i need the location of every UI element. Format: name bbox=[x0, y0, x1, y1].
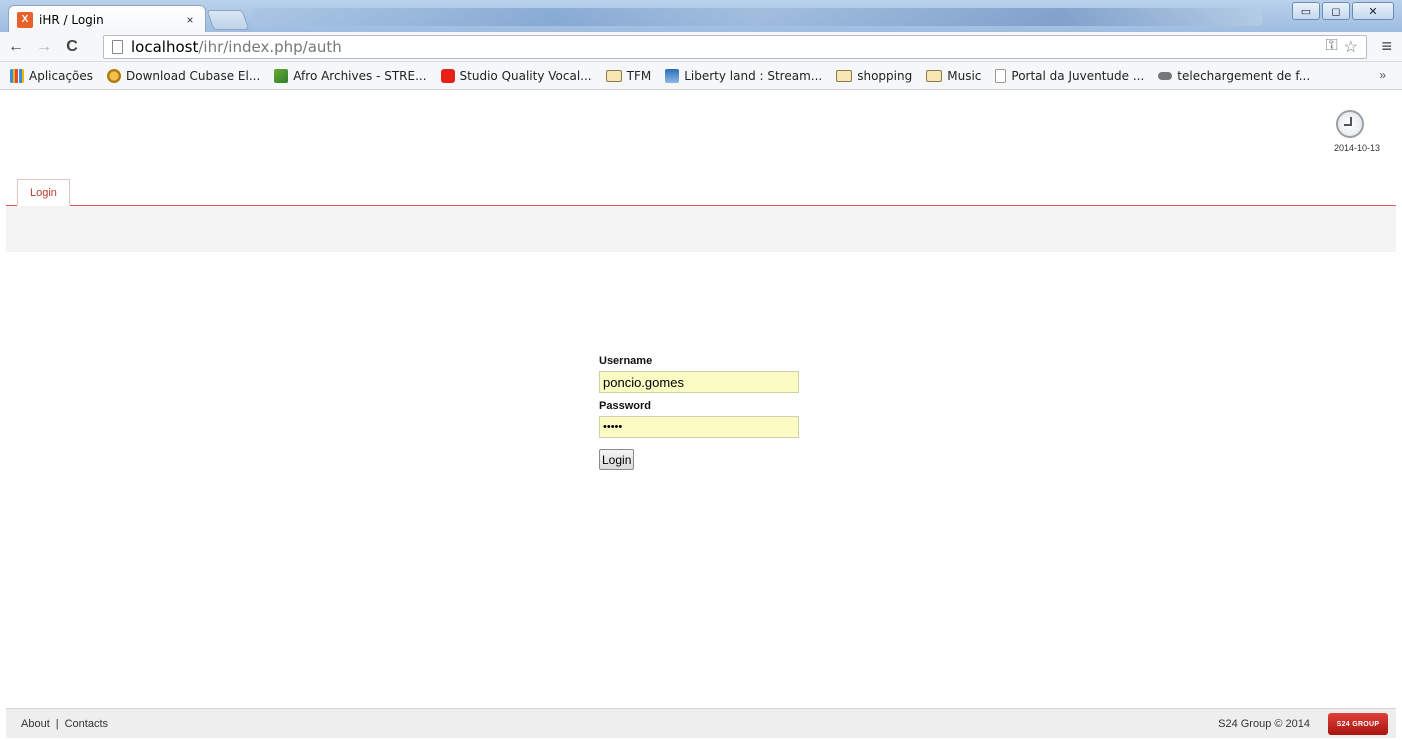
window-controls: ▭ ◻ ✕ bbox=[1292, 2, 1394, 20]
bookmark-item[interactable]: telechargement de f... bbox=[1158, 69, 1310, 83]
minimize-button[interactable]: ▭ bbox=[1292, 2, 1320, 20]
contacts-link[interactable]: Contacts bbox=[65, 718, 108, 730]
footer-links: About | Contacts bbox=[21, 718, 108, 730]
current-date: 2014-10-13 bbox=[1333, 143, 1380, 153]
afro-icon bbox=[274, 68, 289, 83]
address-bar[interactable]: localhost/ihr/index.php/auth ⚿ ☆ bbox=[103, 35, 1367, 59]
tab-close-icon[interactable]: × bbox=[183, 13, 197, 27]
xampp-favicon-icon: X bbox=[17, 11, 33, 28]
page-icon bbox=[112, 40, 123, 54]
login-form: Username Password Login bbox=[599, 355, 799, 470]
chrome-menu-icon[interactable]: ≡ bbox=[1381, 36, 1392, 57]
liberty-icon bbox=[665, 68, 680, 83]
browser-toolbar: ← → C localhost/ihr/index.php/auth ⚿ ☆ ≡ bbox=[0, 32, 1402, 62]
footer: About | Contacts S24 Group © 2014 S24 GROU… bbox=[6, 708, 1396, 738]
page-icon bbox=[995, 68, 1007, 83]
username-input[interactable] bbox=[599, 371, 799, 393]
browser-titlebar: X iHR / Login × ▭ ◻ ✕ bbox=[0, 0, 1402, 33]
key-icon[interactable]: ⚿ bbox=[1325, 37, 1337, 57]
bookmark-folder[interactable]: shopping bbox=[836, 69, 912, 83]
back-button[interactable]: ← bbox=[4, 35, 28, 59]
omnibox-actions: ⚿ ☆ bbox=[1325, 37, 1358, 57]
copyright-text: S24 Group © 2014 bbox=[1218, 718, 1310, 730]
forward-button[interactable]: → bbox=[32, 35, 56, 59]
reload-button[interactable]: C bbox=[60, 35, 84, 59]
key-icon bbox=[1158, 71, 1173, 80]
password-label: Password bbox=[599, 400, 651, 412]
bookmark-folder[interactable]: TFM bbox=[605, 69, 651, 83]
bookmark-item[interactable]: Liberty land : Stream... bbox=[665, 68, 822, 83]
tab-login[interactable]: Login bbox=[17, 179, 70, 206]
main-nav: Login bbox=[6, 179, 1396, 206]
bookmarks-bar: Aplicações Download Cubase El... Afro Ar… bbox=[0, 62, 1402, 90]
footer-separator: | bbox=[55, 718, 59, 730]
close-window-button[interactable]: ✕ bbox=[1352, 2, 1394, 20]
url-text: localhost/ihr/index.php/auth bbox=[131, 38, 342, 56]
cubase-icon bbox=[107, 68, 122, 83]
browser-tab[interactable]: X iHR / Login × bbox=[8, 5, 206, 33]
password-input[interactable] bbox=[599, 416, 799, 438]
bookmark-item[interactable]: Download Cubase El... bbox=[107, 68, 260, 83]
maximize-button[interactable]: ◻ bbox=[1322, 2, 1350, 20]
page-content: 2014-10-13 Login Username Password Login… bbox=[0, 90, 1402, 740]
bookmark-item[interactable]: Studio Quality Vocal... bbox=[440, 68, 592, 83]
folder-icon bbox=[605, 69, 622, 82]
folder-icon bbox=[926, 69, 943, 82]
apps-icon bbox=[10, 68, 24, 83]
bookmark-star-icon[interactable]: ☆ bbox=[1344, 37, 1358, 57]
tab-title: iHR / Login bbox=[39, 12, 104, 27]
folder-icon bbox=[836, 69, 853, 82]
bookmark-item[interactable]: Aplicações bbox=[10, 68, 93, 83]
bookmark-folder[interactable]: Music bbox=[926, 69, 981, 83]
more-bookmarks-icon[interactable]: » bbox=[1379, 68, 1386, 82]
s24-group-logo: S24 GROUP bbox=[1328, 713, 1388, 735]
youtube-icon bbox=[440, 68, 455, 83]
bookmark-item[interactable]: Portal da Juventude ... bbox=[995, 68, 1144, 83]
username-label: Username bbox=[599, 355, 653, 367]
clock-icon bbox=[1336, 110, 1364, 138]
about-link[interactable]: About bbox=[21, 718, 50, 730]
sub-navigation-bar bbox=[6, 206, 1396, 252]
bookmark-item[interactable]: Afro Archives - STRE... bbox=[274, 68, 427, 83]
obscured-tab-strip bbox=[252, 8, 1262, 26]
new-tab-button[interactable] bbox=[206, 10, 250, 30]
login-button[interactable]: Login bbox=[599, 449, 635, 470]
